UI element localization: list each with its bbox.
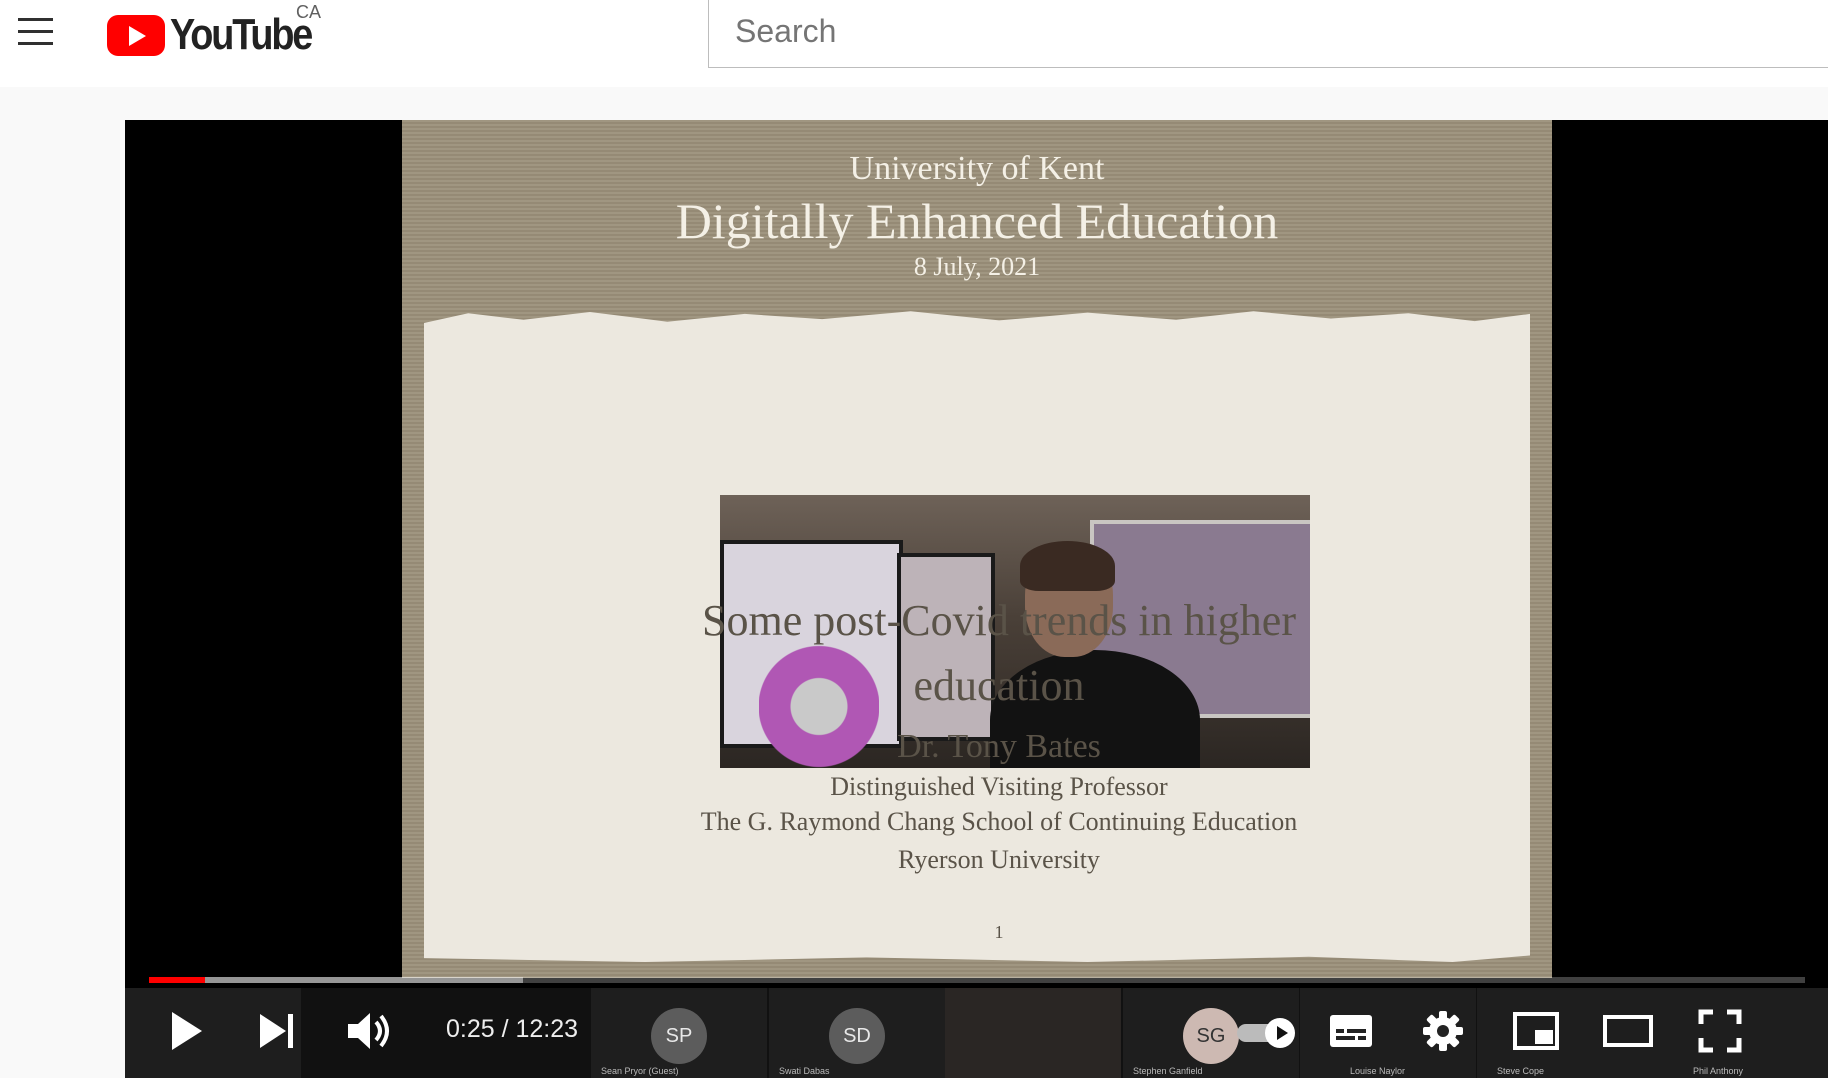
slide-role: Distinguished Visiting Professor <box>830 772 1168 801</box>
slide-date: 8 July, 2021 <box>913 252 1041 281</box>
participant-name: Sean Pryor (Guest) <box>601 1066 679 1076</box>
miniplayer-icon <box>1513 1012 1559 1050</box>
country-code: CA <box>296 2 322 22</box>
slide-affiliation: Ryerson University <box>898 845 1100 874</box>
participant-avatar: SP <box>651 1008 707 1064</box>
volume-icon <box>348 1013 389 1049</box>
participant-name: Steve Cope <box>1497 1066 1545 1076</box>
miniplayer-button[interactable] <box>1507 1002 1565 1060</box>
slide-title-line1: Some post-Covid trends in higher <box>702 596 1296 645</box>
slide-page-number: 1 <box>994 922 1004 942</box>
progress-played <box>149 977 206 983</box>
masthead: YouTube CA <box>0 0 1828 87</box>
participant-avatar: SG <box>1183 1008 1239 1064</box>
play-icon <box>172 1012 202 1050</box>
next-icon <box>260 1014 293 1048</box>
participant-tile: SP Sean Pryor (Guest) <box>591 988 767 1078</box>
search-box[interactable] <box>708 0 1828 68</box>
gear-icon <box>1423 1011 1463 1051</box>
video-player[interactable]: University of Kent Digitally Enhanced Ed… <box>125 120 1828 1078</box>
participant-tile: SD Swati Dabas <box>769 988 945 1078</box>
video-frame-slide: University of Kent Digitally Enhanced Ed… <box>402 120 1552 978</box>
slide-event-title: Digitally Enhanced Education <box>675 193 1279 249</box>
fullscreen-button[interactable] <box>1691 1002 1749 1060</box>
subtitles-button[interactable] <box>1322 1002 1380 1060</box>
theater-icon <box>1603 1015 1653 1047</box>
slide-school: The G. Raymond Chang School of Continuin… <box>700 807 1298 836</box>
logo-text: YouTube <box>170 10 313 59</box>
slide-paper: Some post-Covid trends in higher educati… <box>424 311 1530 962</box>
fullscreen-icon <box>1698 1009 1742 1053</box>
autoplay-toggle[interactable] <box>1237 1018 1303 1048</box>
time-display: 0:25 / 12:23 <box>446 1015 579 1043</box>
youtube-play-icon <box>107 14 165 56</box>
participant-tile-video <box>945 988 1121 1078</box>
participant-name: Stephen Ganfield <box>1133 1066 1203 1076</box>
autoplay-play-icon <box>1265 1018 1295 1048</box>
next-button[interactable] <box>248 1002 306 1060</box>
slide-university: University of Kent <box>849 150 1105 187</box>
settings-button[interactable] <box>1414 1002 1472 1060</box>
participant-avatar: SD <box>829 1008 885 1064</box>
progress-bar[interactable] <box>149 977 1805 983</box>
subtitles-icon <box>1330 1015 1372 1047</box>
theater-mode-button[interactable] <box>1599 1002 1657 1060</box>
search-input[interactable] <box>733 12 1737 50</box>
participant-name: Phil Anthony <box>1693 1066 1744 1076</box>
slide-title-line2: education <box>913 661 1085 710</box>
slide-speaker: Dr. Tony Bates <box>897 728 1101 765</box>
participant-name: Swati Dabas <box>779 1066 830 1076</box>
play-button[interactable] <box>156 1002 214 1060</box>
mute-button[interactable] <box>340 1002 398 1060</box>
participant-name: Louise Naylor <box>1350 1066 1406 1076</box>
hamburger-menu-icon[interactable] <box>16 14 56 50</box>
